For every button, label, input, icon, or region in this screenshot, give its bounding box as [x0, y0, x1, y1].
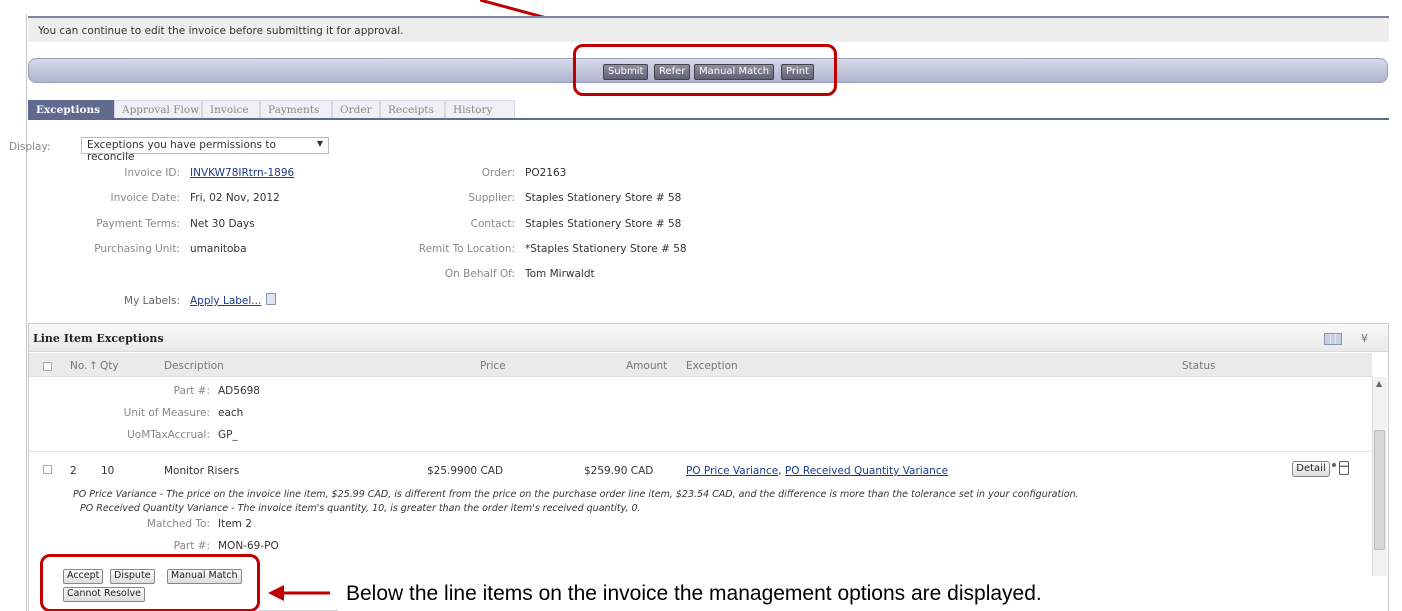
item-amount: $259.90 CAD: [584, 465, 654, 477]
callout-text: Below the line items on the invoice the …: [346, 582, 1042, 605]
contact-label: Contact:: [470, 218, 515, 230]
my-labels-label: My Labels:: [124, 295, 180, 307]
purchasing-unit-value: umanitoba: [190, 243, 247, 255]
tab-exceptions[interactable]: Exceptions: [28, 100, 114, 119]
col-price[interactable]: Price: [480, 360, 506, 372]
tab-history[interactable]: History: [445, 100, 515, 119]
exception-quantity-variance-link[interactable]: PO Received Quantity Variance: [785, 465, 948, 477]
invoice-date-label: Invoice Date:: [110, 192, 180, 204]
columns-icon[interactable]: [1324, 333, 1342, 345]
order-label: Order:: [481, 167, 515, 179]
tab-payments[interactable]: Payments: [260, 100, 332, 119]
callout-box: Below the line items on the invoice the …: [338, 576, 1388, 611]
price-variance-note: PO Price Variance - The price on the inv…: [73, 489, 1079, 500]
annotation-box-management: [40, 554, 260, 611]
item-part-value: MON-69-PO: [218, 540, 279, 552]
uom-tax-label: UoMTaxAccrual:: [127, 429, 210, 441]
notice-text: You can continue to edit the invoice bef…: [38, 25, 404, 37]
apply-label-link[interactable]: Apply Label...: [190, 295, 261, 307]
uom-tax-value: GP_: [218, 429, 238, 441]
col-amount[interactable]: Amount: [626, 360, 667, 372]
purchasing-unit-label: Purchasing Unit:: [94, 243, 180, 255]
exception-separator: ,: [778, 465, 782, 477]
exception-list: PO Price Variance, PO Received Quantity …: [686, 465, 948, 477]
remit-to-value: *Staples Stationery Store # 58: [525, 243, 687, 255]
display-select[interactable]: Exceptions you have permissions to recon…: [81, 137, 329, 163]
select-all-checkbox[interactable]: [43, 362, 52, 371]
item-description: Monitor Risers: [164, 465, 240, 477]
collapse-icon[interactable]: ¥: [1361, 332, 1368, 345]
part-label: Part #:: [173, 385, 210, 397]
bullet-icon: [1332, 463, 1336, 467]
sort-icon[interactable]: ↑: [89, 360, 98, 372]
annotation-box-actions: [573, 44, 837, 96]
tab-receipts[interactable]: Receipts: [380, 100, 445, 119]
invoice-date-value: Fri, 02 Nov, 2012: [190, 192, 280, 204]
col-no[interactable]: No.: [70, 360, 87, 372]
panel-title: Line Item Exceptions: [33, 332, 164, 345]
annotation-arrow-left: [268, 585, 330, 601]
tab-invoice[interactable]: Invoice: [202, 100, 260, 119]
detail-button[interactable]: Detail: [1292, 461, 1330, 477]
tab-underline: [28, 118, 1389, 120]
order-value: PO2163: [525, 167, 567, 179]
scroll-up-icon[interactable]: ▲: [1376, 379, 1382, 388]
col-exception[interactable]: Exception: [686, 360, 738, 372]
supplier-label: Supplier:: [468, 192, 515, 204]
item-no: 2: [70, 465, 77, 477]
contact-value: Staples Stationery Store # 58: [525, 218, 682, 230]
tab-order[interactable]: Order: [332, 100, 380, 119]
uom-label: Unit of Measure:: [123, 407, 210, 419]
uom-value: each: [218, 407, 244, 419]
on-behalf-of-value: Tom Mirwaldt: [525, 268, 595, 280]
remit-to-label: Remit To Location:: [418, 243, 515, 255]
matched-to-label: Matched To:: [146, 518, 210, 530]
display-label: Display:: [9, 141, 51, 153]
payment-terms-value: Net 30 Days: [190, 218, 255, 230]
notice-bar: You can continue to edit the invoice bef…: [28, 16, 1389, 42]
info-icon[interactable]: [266, 293, 276, 305]
row-divider: [29, 451, 1372, 452]
item-price: $25.9900 CAD: [427, 465, 504, 477]
trash-icon[interactable]: [1339, 461, 1349, 475]
tab-approval-flow[interactable]: Approval Flow: [114, 100, 202, 119]
part-value: AD5698: [218, 385, 260, 397]
chevron-down-icon: ▼: [316, 139, 323, 148]
col-qty[interactable]: Qty: [100, 360, 119, 372]
col-description[interactable]: Description: [164, 360, 224, 372]
payment-terms-label: Payment Terms:: [96, 218, 180, 230]
quantity-variance-note: PO Received Quantity Variance - The invo…: [80, 503, 641, 514]
invoice-id-link[interactable]: INVKW78IRtrn-1896: [190, 167, 294, 179]
col-status[interactable]: Status: [1182, 360, 1215, 372]
matched-to-value: Item 2: [218, 518, 252, 530]
supplier-value: Staples Stationery Store # 58: [525, 192, 682, 204]
invoice-id-label: Invoice ID:: [124, 167, 180, 179]
scrollbar-thumb[interactable]: [1374, 430, 1385, 550]
exception-price-variance-link[interactable]: PO Price Variance: [686, 465, 778, 477]
panel-header: [29, 324, 1388, 352]
on-behalf-of-label: On Behalf Of:: [444, 268, 515, 280]
item-part-label: Part #:: [173, 540, 210, 552]
item-qty: 10: [101, 465, 115, 477]
row-checkbox[interactable]: [43, 465, 52, 474]
